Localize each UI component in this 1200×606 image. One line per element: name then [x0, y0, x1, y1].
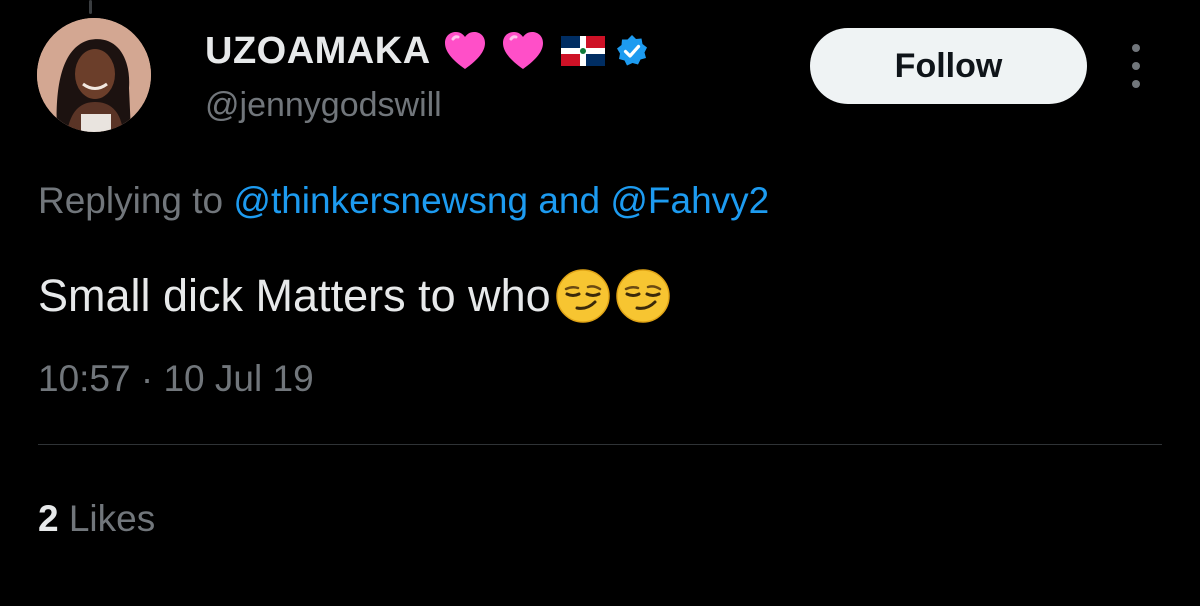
heart-icon [502, 32, 543, 69]
smirking-face-icon [615, 269, 670, 323]
likes-stat[interactable]: 2 Likes [38, 498, 155, 540]
mention-link-thinkersnewsng[interactable]: @thinkersnewsng [233, 180, 528, 221]
tweet-text: Small dick Matters to who [38, 268, 671, 324]
replying-to: Replying to @thinkersnewsng and @Fahvy2 [38, 180, 769, 222]
divider [38, 444, 1162, 445]
likes-label: Likes [68, 498, 156, 539]
avatar[interactable] [37, 18, 151, 132]
tweet-date: 10 Jul 19 [163, 358, 314, 399]
name-row: UZOAMAKA [205, 26, 649, 76]
more-vertical-icon[interactable] [1122, 44, 1150, 88]
tweet-timestamp[interactable]: 10:57 · 10 Jul 19 [38, 358, 314, 400]
mention-link-fahvy2[interactable]: @Fahvy2 [610, 180, 769, 221]
tweet-body: Small dick Matters to who [38, 270, 551, 321]
user-handle[interactable]: @jennygodswill [205, 86, 442, 125]
replying-to-label: Replying to [38, 180, 224, 221]
more-dot [1132, 80, 1140, 88]
verified-badge-icon[interactable] [615, 34, 649, 68]
more-dot [1132, 62, 1140, 70]
follow-button[interactable]: Follow [810, 28, 1087, 104]
avatar-photo [37, 18, 151, 132]
timestamp-separator: · [140, 358, 154, 399]
display-name[interactable]: UZOAMAKA [205, 30, 431, 73]
thread-connector-line [89, 0, 92, 14]
tweet-time: 10:57 [38, 358, 131, 399]
dominican-flag-icon [560, 36, 605, 66]
more-dot [1132, 44, 1140, 52]
likes-count: 2 [38, 498, 59, 539]
replying-to-conjunction[interactable]: and [538, 180, 600, 221]
heart-icon [444, 32, 485, 69]
smirking-face-icon [555, 269, 610, 323]
